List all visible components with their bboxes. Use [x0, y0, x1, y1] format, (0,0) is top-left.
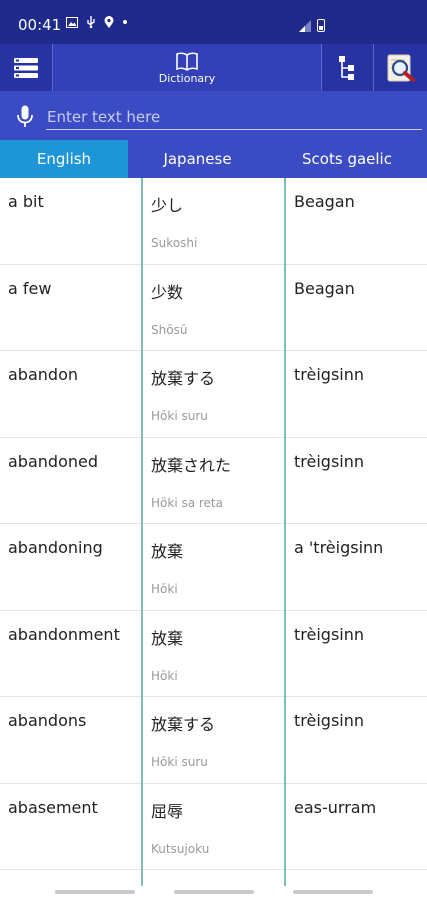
status-time: 00:41	[18, 16, 62, 34]
english-word: abandoned	[8, 451, 98, 471]
notification-icons	[66, 16, 128, 31]
gaelic-cell: trèigsinn	[286, 438, 427, 524]
japanese-cell: 放棄する Hōki suru	[143, 351, 285, 437]
gaelic-cell: Beagan	[286, 265, 427, 351]
table-row[interactable]: abandon 放棄する Hōki suru trèigsinn	[0, 351, 427, 438]
gaelic-cell: Beagan	[286, 178, 427, 264]
japanese-cell: 放棄する Hōki suru	[143, 697, 285, 783]
romaji-text: Hōki	[151, 582, 178, 596]
table-row[interactable]: abandons 放棄する Hōki suru trèigsinn	[0, 697, 427, 784]
japanese-word: 放棄	[151, 628, 184, 648]
dictionary-table: a bit 少し Sukoshi Beagan a few 少数 Shōsū Bea…	[0, 178, 427, 886]
romaji-text: Hōki sa reta	[151, 495, 223, 510]
column-divider	[284, 178, 286, 886]
romaji-text: Hōki	[151, 668, 178, 683]
table-row[interactable]: a bit 少し Sukoshi Beagan	[0, 178, 427, 265]
nav-back-button[interactable]	[293, 890, 373, 894]
english-cell: abasement	[0, 784, 142, 870]
status-right-icons	[299, 19, 325, 32]
tab-scots-gaelic[interactable]: Scots gaelic	[267, 140, 427, 178]
japanese-cell: 放棄 Hōki	[143, 524, 285, 610]
input-bar	[0, 91, 427, 140]
japanese-cell: 屈辱 Kutsujoku	[143, 784, 285, 870]
romaji-text: Kutsujoku	[151, 841, 210, 856]
magnifier-document-icon	[387, 54, 415, 82]
gaelic-cell: trèigsinn	[286, 611, 427, 697]
japanese-word: 少し	[151, 196, 184, 215]
english-word: abandons	[8, 711, 87, 730]
english-word: a few	[8, 278, 52, 298]
microphone-button[interactable]	[16, 105, 34, 133]
nav-home-button[interactable]	[174, 890, 254, 894]
english-word: abasement	[8, 797, 98, 817]
menu-list-icon	[14, 57, 38, 78]
gaelic-word: a 'trèigsinn	[294, 538, 384, 557]
tab-japanese[interactable]: Japanese	[128, 140, 267, 178]
japanese-cell: 少し Sukoshi	[143, 178, 285, 264]
table-row[interactable]: a few 少数 Shōsū Beagan	[0, 265, 427, 351]
menu-button[interactable]	[0, 44, 52, 91]
japanese-cell: 放棄された Hōki sa reta	[143, 438, 285, 524]
dictionary-tab[interactable]: Dictionary	[53, 44, 321, 91]
romaji-text: Shōsū	[151, 322, 188, 337]
search-dictionary-button[interactable]	[374, 44, 427, 91]
table-row[interactable]: abasement 屈辱 Kutsujoku eas-urram	[0, 784, 427, 870]
gaelic-word: trèigsinn	[294, 711, 365, 730]
nav-recents-button[interactable]	[55, 890, 135, 894]
usb-icon	[87, 16, 95, 29]
tree-view-button[interactable]	[322, 44, 372, 91]
english-cell: a few	[0, 265, 142, 351]
japanese-cell: 少数 Shōsū	[143, 265, 285, 351]
search-input[interactable]	[46, 104, 422, 130]
book-icon	[176, 52, 198, 71]
english-cell: abandoning	[0, 524, 142, 610]
dot-icon	[123, 20, 128, 24]
japanese-word: 屈辱	[151, 801, 184, 821]
japanese-word: 放棄	[151, 542, 184, 561]
app-bar: Dictionary	[0, 44, 427, 91]
english-word: abandoning	[8, 538, 103, 557]
gaelic-word: Beagan	[294, 192, 355, 211]
gallery-icon	[66, 17, 78, 28]
signal-icon	[299, 20, 311, 32]
system-nav-bar	[0, 886, 427, 900]
battery-icon	[317, 19, 325, 32]
column-divider	[141, 178, 143, 886]
gaelic-word: trèigsinn	[294, 365, 365, 384]
japanese-cell: 放棄 Hōki	[143, 611, 285, 697]
gaelic-word: Beagan	[294, 278, 355, 298]
table-row[interactable]: abandoning 放棄 Hōki a 'trèigsinn	[0, 524, 427, 611]
english-word: a bit	[8, 192, 44, 211]
gaelic-word: trèigsinn	[294, 451, 365, 471]
table-row[interactable]: abandonment 放棄 Hōki trèigsinn	[0, 611, 427, 697]
language-tabs: English Japanese Scots gaelic	[0, 140, 427, 178]
dictionary-label: Dictionary	[158, 71, 216, 85]
microphone-icon	[17, 105, 33, 127]
gaelic-cell: eas-urram	[286, 784, 427, 870]
gaelic-cell: trèigsinn	[286, 351, 427, 437]
english-cell: abandon	[0, 351, 142, 437]
japanese-word: 放棄する	[151, 369, 216, 388]
japanese-word: 放棄する	[151, 715, 216, 734]
english-cell: abandonment	[0, 611, 142, 697]
table-row[interactable]: abandoned 放棄された Hōki sa reta trèigsinn	[0, 438, 427, 524]
english-cell: a bit	[0, 178, 142, 264]
romaji-text: Hōki suru	[151, 409, 208, 423]
tree-structure-icon	[339, 55, 354, 80]
gaelic-cell: a 'trèigsinn	[286, 524, 427, 610]
tab-english[interactable]: English	[0, 140, 128, 178]
gaelic-cell: trèigsinn	[286, 697, 427, 783]
status-bar: 00:41	[0, 0, 427, 44]
english-word: abandon	[8, 365, 78, 384]
romaji-text: Hōki suru	[151, 755, 208, 769]
gaelic-word: eas-urram	[294, 797, 377, 817]
japanese-word: 少数	[151, 282, 184, 302]
english-word: abandonment	[8, 624, 120, 644]
english-cell: abandons	[0, 697, 142, 783]
location-icon	[104, 16, 114, 28]
romaji-text: Sukoshi	[151, 236, 198, 250]
english-cell: abandoned	[0, 438, 142, 524]
gaelic-word: trèigsinn	[294, 624, 365, 644]
japanese-word: 放棄された	[151, 455, 232, 475]
